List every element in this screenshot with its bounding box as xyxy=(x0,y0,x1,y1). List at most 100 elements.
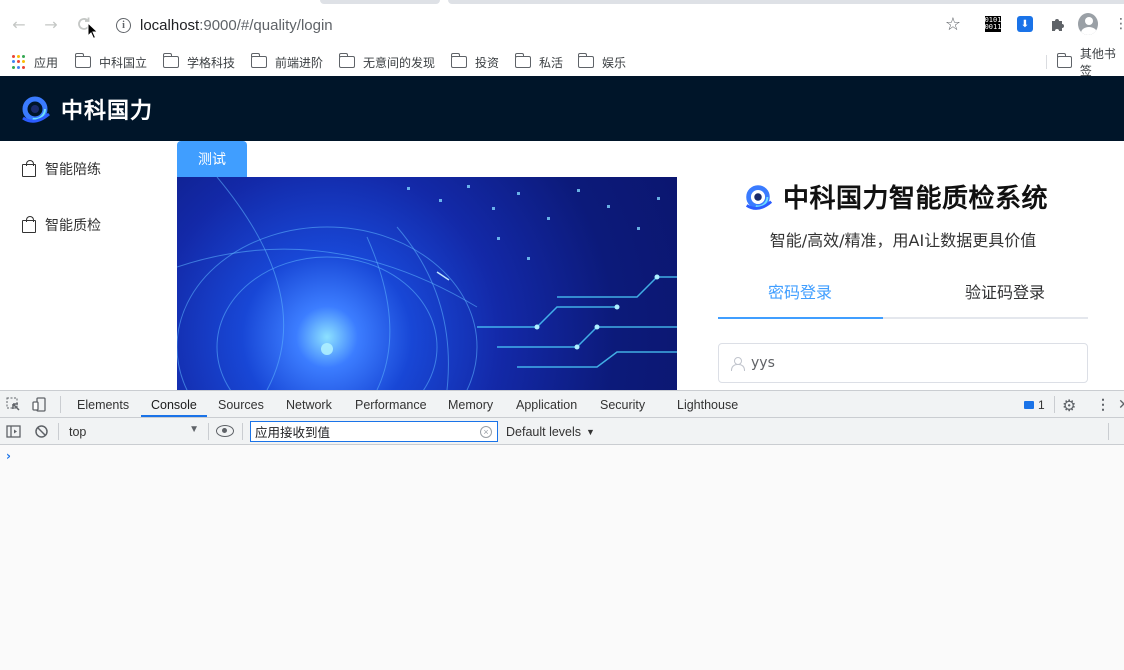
system-title: 中科国力智能质检系统 xyxy=(742,178,1048,215)
devtools-tab-memory[interactable]: Memory xyxy=(448,391,493,418)
forward-arrow-icon[interactable]: → xyxy=(41,14,61,34)
devtools-panel: Elements Console Sources Network Perform… xyxy=(0,390,1124,670)
folder-icon xyxy=(1056,53,1072,68)
bookmark-folder[interactable]: 私活 xyxy=(514,48,564,76)
slogan: 智能/高效/精准，用AI让数据更具价值 xyxy=(769,231,1037,250)
console-output[interactable] xyxy=(0,445,1124,670)
url-host: localhost xyxy=(140,16,200,34)
tab-code-login[interactable]: 验证码登录 xyxy=(965,279,1045,303)
devtools-tab-bar: Elements Console Sources Network Perform… xyxy=(0,391,1124,418)
close-icon[interactable]: ✕ xyxy=(1118,396,1124,413)
shopping-bag-icon xyxy=(22,216,36,233)
toolbar-divider xyxy=(242,423,243,440)
apps-grid-icon xyxy=(12,55,26,69)
devtools-tab-lighthouse[interactable]: Lighthouse xyxy=(677,391,738,418)
bookmarks-bar: 应用 中科国立 学格科技 前端进阶 无意间的发现 投资 私活 娱乐 其他书签 xyxy=(0,47,1124,78)
devtools-tab-application[interactable]: Application xyxy=(516,391,577,418)
bookmark-label: 中科国立 xyxy=(99,55,148,70)
bookmark-folder[interactable]: 中科国立 xyxy=(74,48,148,76)
bookmark-label: 前端进阶 xyxy=(275,55,324,70)
devtools-tab-performance[interactable]: Performance xyxy=(355,391,427,418)
devtools-tab-security[interactable]: Security xyxy=(600,391,645,418)
sidebar: 智能陪练 智能质检 xyxy=(0,141,177,390)
bookmark-star-icon[interactable]: ☆ xyxy=(943,14,963,35)
active-devtools-tab-indicator xyxy=(141,415,207,417)
folder-icon xyxy=(338,53,355,68)
levels-label: Default levels xyxy=(506,424,582,439)
bookmark-folder[interactable]: 投资 xyxy=(450,48,500,76)
folder-icon xyxy=(250,53,267,68)
devtools-tab-elements[interactable]: Elements xyxy=(77,391,129,418)
back-arrow-icon[interactable]: ← xyxy=(9,14,29,34)
console-prompt[interactable]: › xyxy=(6,449,11,463)
binary-extension-icon[interactable]: 0101 0011 xyxy=(983,14,1003,34)
toolbar-divider xyxy=(58,423,59,440)
url-path: :9000/#/quality/login xyxy=(199,16,333,34)
bookmark-label: 学格科技 xyxy=(187,55,236,70)
context-select[interactable]: top ▼ xyxy=(65,422,205,441)
tech-banner-image xyxy=(177,177,677,390)
sidebar-toggle-icon[interactable] xyxy=(6,424,21,439)
bookmark-folder[interactable]: 学格科技 xyxy=(162,48,236,76)
login-panel: 中科国力智能质检系统 智能/高效/精准，用AI让数据更具价值 密码登录 验证码登… xyxy=(718,141,1088,390)
bookmark-folder[interactable]: 娱乐 xyxy=(577,48,627,76)
console-filter-input[interactable]: 应用接收到值 × xyxy=(250,421,498,442)
browser-tab[interactable] xyxy=(320,0,440,4)
issues-badge[interactable]: 1 xyxy=(1024,391,1045,418)
brand-logo-icon xyxy=(22,96,50,123)
devtools-tab-network[interactable]: Network xyxy=(286,391,332,418)
toolbar-divider xyxy=(208,423,209,440)
brand-logo[interactable]: 中科国力 xyxy=(18,92,153,126)
folder-icon xyxy=(74,53,91,68)
browser-menu-icon[interactable]: ⋮ xyxy=(1114,16,1124,32)
sidebar-item-quality[interactable]: 智能质检 xyxy=(22,214,101,236)
dropdown-arrow-icon: ▼ xyxy=(586,426,595,437)
brand-name: 中科国力 xyxy=(61,99,154,124)
shopping-bag-icon xyxy=(22,160,36,177)
log-levels-dropdown[interactable]: Default levels ▼ xyxy=(506,418,595,445)
devtools-tab-sources[interactable]: Sources xyxy=(218,391,264,418)
username-input[interactable]: yys xyxy=(718,343,1088,383)
extensions-puzzle-icon[interactable] xyxy=(1047,14,1067,34)
sidebar-item-training[interactable]: 智能陪练 xyxy=(22,158,101,180)
login-tabs: 密码登录 验证码登录 xyxy=(718,267,1088,319)
test-button[interactable]: 测试 xyxy=(177,141,247,177)
live-expression-eye-icon[interactable] xyxy=(216,425,234,437)
system-title-text: 中科国力智能质检系统 xyxy=(783,184,1049,214)
profile-avatar-icon[interactable] xyxy=(1078,13,1098,35)
toolbar-divider xyxy=(1054,396,1055,413)
folder-icon xyxy=(577,53,594,68)
bookmark-folder[interactable]: 无意间的发现 xyxy=(338,48,436,76)
more-options-icon[interactable]: ⋮ xyxy=(1096,396,1110,413)
bookmark-folder[interactable]: 前端进阶 xyxy=(250,48,324,76)
bookmark-label: 私活 xyxy=(539,55,564,70)
system-logo-icon xyxy=(745,184,773,210)
bookmark-divider xyxy=(1046,55,1047,69)
other-bookmarks[interactable]: 其他书签 xyxy=(1056,47,1124,78)
folder-icon xyxy=(162,53,179,68)
clear-console-icon[interactable] xyxy=(34,424,49,439)
issues-count: 1 xyxy=(1038,397,1045,412)
sidebar-item-label: 智能陪练 xyxy=(45,162,101,178)
device-toolbar-icon[interactable] xyxy=(32,397,47,412)
bookmark-label: 投资 xyxy=(475,55,500,70)
tab-password-login[interactable]: 密码登录 xyxy=(768,279,832,303)
other-bookmarks-label: 其他书签 xyxy=(1079,47,1116,78)
bookmark-label: 无意间的发现 xyxy=(363,55,436,70)
bookmark-label: 娱乐 xyxy=(602,55,627,70)
mouse-cursor-icon xyxy=(87,22,99,40)
browser-toolbar: ← → i localhost:9000/#/quality/login ☆ 0… xyxy=(0,0,1124,48)
address-bar[interactable]: i localhost:9000/#/quality/login xyxy=(116,14,333,36)
inspect-element-icon[interactable] xyxy=(6,397,21,412)
devtools-tab-console[interactable]: Console xyxy=(151,391,197,418)
settings-gear-icon[interactable]: ⚙ xyxy=(1062,396,1076,416)
bookmark-label: 应用 xyxy=(34,55,59,70)
app-header: 中科国力 xyxy=(0,76,1124,141)
download-extension-icon[interactable]: ⬇ xyxy=(1015,14,1035,34)
sidebar-item-label: 智能质检 xyxy=(45,218,101,234)
clear-filter-icon[interactable]: × xyxy=(480,426,492,438)
user-icon xyxy=(731,356,745,371)
console-toolbar: top ▼ 应用接收到值 × Default levels ▼ xyxy=(0,418,1124,445)
bookmark-apps[interactable]: 应用 xyxy=(12,48,58,76)
site-info-icon[interactable]: i xyxy=(116,17,131,33)
